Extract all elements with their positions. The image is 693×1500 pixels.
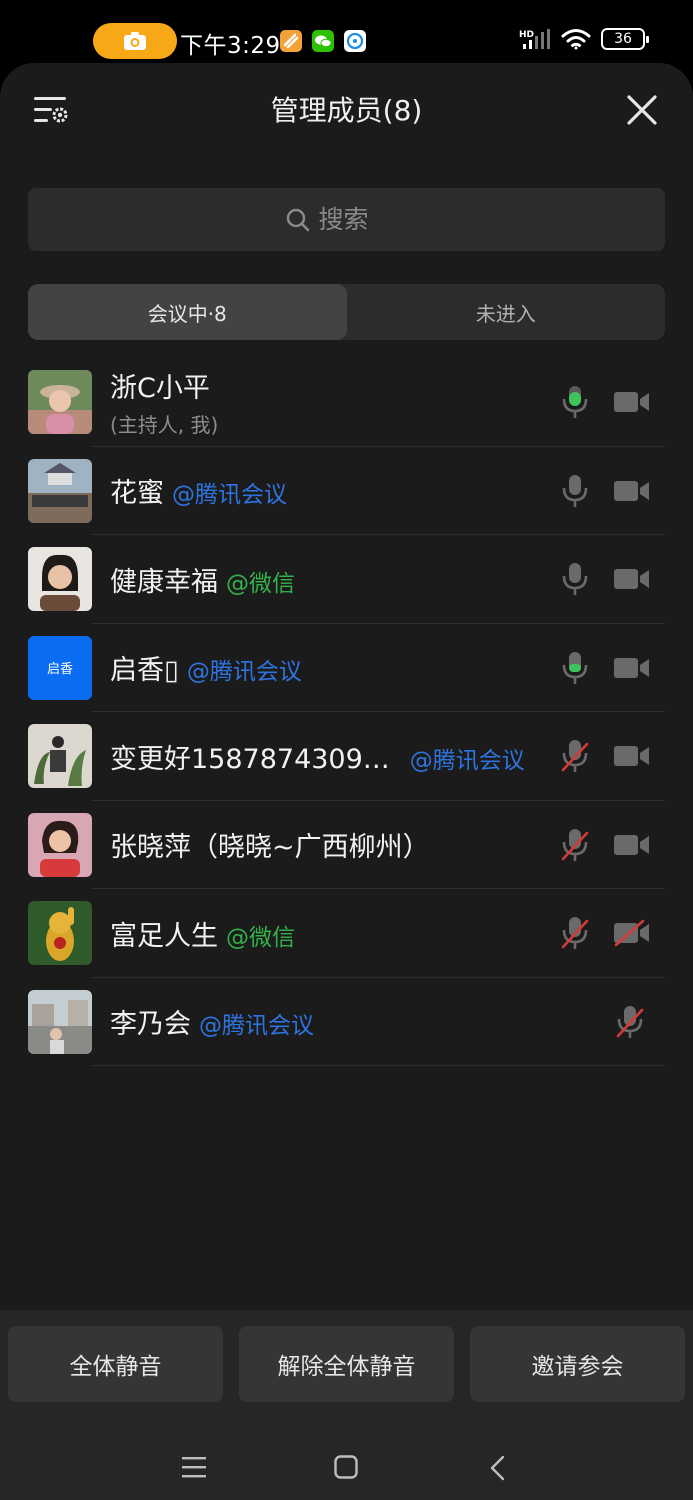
- search-bar[interactable]: [28, 188, 665, 251]
- member-list: 浙C小平 (主持人, 我) 花蜜 @腾讯会议 健康幸福 @微信 启香 启香▯ @…: [0, 358, 693, 1066]
- avatar: [28, 458, 92, 523]
- chat-app-icon: [344, 30, 366, 52]
- wechat-app-icon: [312, 30, 334, 52]
- invite-button[interactable]: 邀请参会: [470, 1326, 685, 1402]
- screen-recording-indicator[interactable]: [93, 23, 177, 59]
- avatar: [28, 812, 92, 877]
- member-source-tag: @腾讯会议: [409, 747, 525, 774]
- avatar: [28, 547, 92, 612]
- back-icon[interactable]: [489, 1455, 507, 1481]
- member-source-tag: @腾讯会议: [172, 482, 287, 509]
- avatar: [28, 989, 92, 1054]
- avatar: [28, 370, 92, 435]
- video-camera-icon[interactable]: [613, 742, 651, 770]
- system-nav-bar: [0, 1420, 693, 1500]
- search-input[interactable]: [318, 205, 409, 234]
- tab-not-joined[interactable]: 未进入: [347, 284, 666, 340]
- mic-muted-icon[interactable]: [560, 827, 590, 863]
- member-source-tag: @微信: [226, 570, 295, 597]
- member-name: 李乃会: [110, 1009, 191, 1041]
- member-name: 张晓萍（晓晓~广西柳州）: [110, 832, 430, 864]
- mic-muted-icon[interactable]: [560, 915, 590, 951]
- footer-actions: 全体静音 解除全体静音 邀请参会: [0, 1310, 693, 1500]
- mic-icon[interactable]: [560, 561, 590, 597]
- divider: [92, 1065, 665, 1066]
- video-camera-icon[interactable]: [613, 654, 651, 682]
- member-name: 浙C小平: [110, 373, 210, 405]
- member-source-tag: @腾讯会议: [186, 659, 302, 686]
- list-item[interactable]: 变更好1587874309… @腾讯会议: [0, 712, 693, 801]
- video-camera-icon[interactable]: [613, 565, 651, 593]
- list-item[interactable]: 富足人生 @微信: [0, 889, 693, 978]
- mute-all-button[interactable]: 全体静音: [8, 1326, 223, 1402]
- member-tabs: 会议中·8 未进入: [28, 284, 665, 340]
- status-right: HD HD 36: [519, 28, 649, 50]
- member-name: 健康幸福: [110, 566, 218, 598]
- mic-icon[interactable]: [560, 473, 590, 509]
- wifi-icon: [561, 29, 591, 50]
- status-time: 下午3:29: [180, 33, 281, 59]
- battery-icon: 36: [601, 28, 649, 50]
- notes-app-icon: [280, 30, 302, 52]
- svg-text:HD: HD: [519, 30, 534, 40]
- member-source-tag: @微信: [226, 924, 295, 951]
- menu-icon[interactable]: [181, 1456, 207, 1478]
- avatar: [28, 724, 92, 789]
- video-camera-icon[interactable]: [613, 831, 651, 859]
- sheet-header: 管理成员(8): [0, 63, 693, 155]
- tab-in-meeting[interactable]: 会议中·8: [28, 284, 347, 340]
- member-name: 花蜜: [110, 478, 164, 510]
- list-item[interactable]: 张晓萍（晓晓~广西柳州）: [0, 801, 693, 889]
- video-off-icon[interactable]: [613, 919, 651, 947]
- video-camera-icon[interactable]: [613, 388, 651, 416]
- avatar-text: 启香: [46, 662, 73, 678]
- mic-muted-icon[interactable]: [615, 1004, 645, 1040]
- battery-level: 36: [614, 31, 632, 47]
- close-icon: [627, 95, 657, 125]
- manage-members-sheet: 管理成员(8) 会议中·8 未进入: [0, 63, 693, 1500]
- avatar: [28, 901, 92, 966]
- signal-icon: HD: [519, 29, 550, 49]
- list-item[interactable]: 李乃会 @腾讯会议: [0, 978, 693, 1066]
- member-role: (主持人, 我): [110, 413, 219, 438]
- list-item[interactable]: 启香 启香▯ @腾讯会议: [0, 624, 693, 712]
- list-item[interactable]: 浙C小平 (主持人, 我): [0, 358, 693, 447]
- mic-speaking-icon[interactable]: [560, 384, 590, 420]
- video-camera-icon[interactable]: [613, 477, 651, 505]
- avatar: 启香: [28, 635, 92, 700]
- home-icon[interactable]: [334, 1455, 358, 1479]
- unmute-all-button[interactable]: 解除全体静音: [239, 1326, 454, 1402]
- member-name: 变更好1587874309…: [110, 743, 390, 775]
- mic-muted-icon[interactable]: [560, 738, 590, 774]
- member-source-tag: @腾讯会议: [199, 1013, 314, 1040]
- list-item[interactable]: 花蜜 @腾讯会议: [0, 447, 693, 535]
- close-button[interactable]: [627, 95, 657, 125]
- member-name: 富足人生: [110, 920, 218, 952]
- member-name: 启香▯: [110, 655, 179, 687]
- mic-speaking-icon[interactable]: [560, 650, 590, 686]
- search-icon: [286, 208, 309, 231]
- list-item[interactable]: 健康幸福 @微信: [0, 535, 693, 624]
- page-title: 管理成员(8): [270, 94, 423, 127]
- camera-icon: [124, 32, 146, 50]
